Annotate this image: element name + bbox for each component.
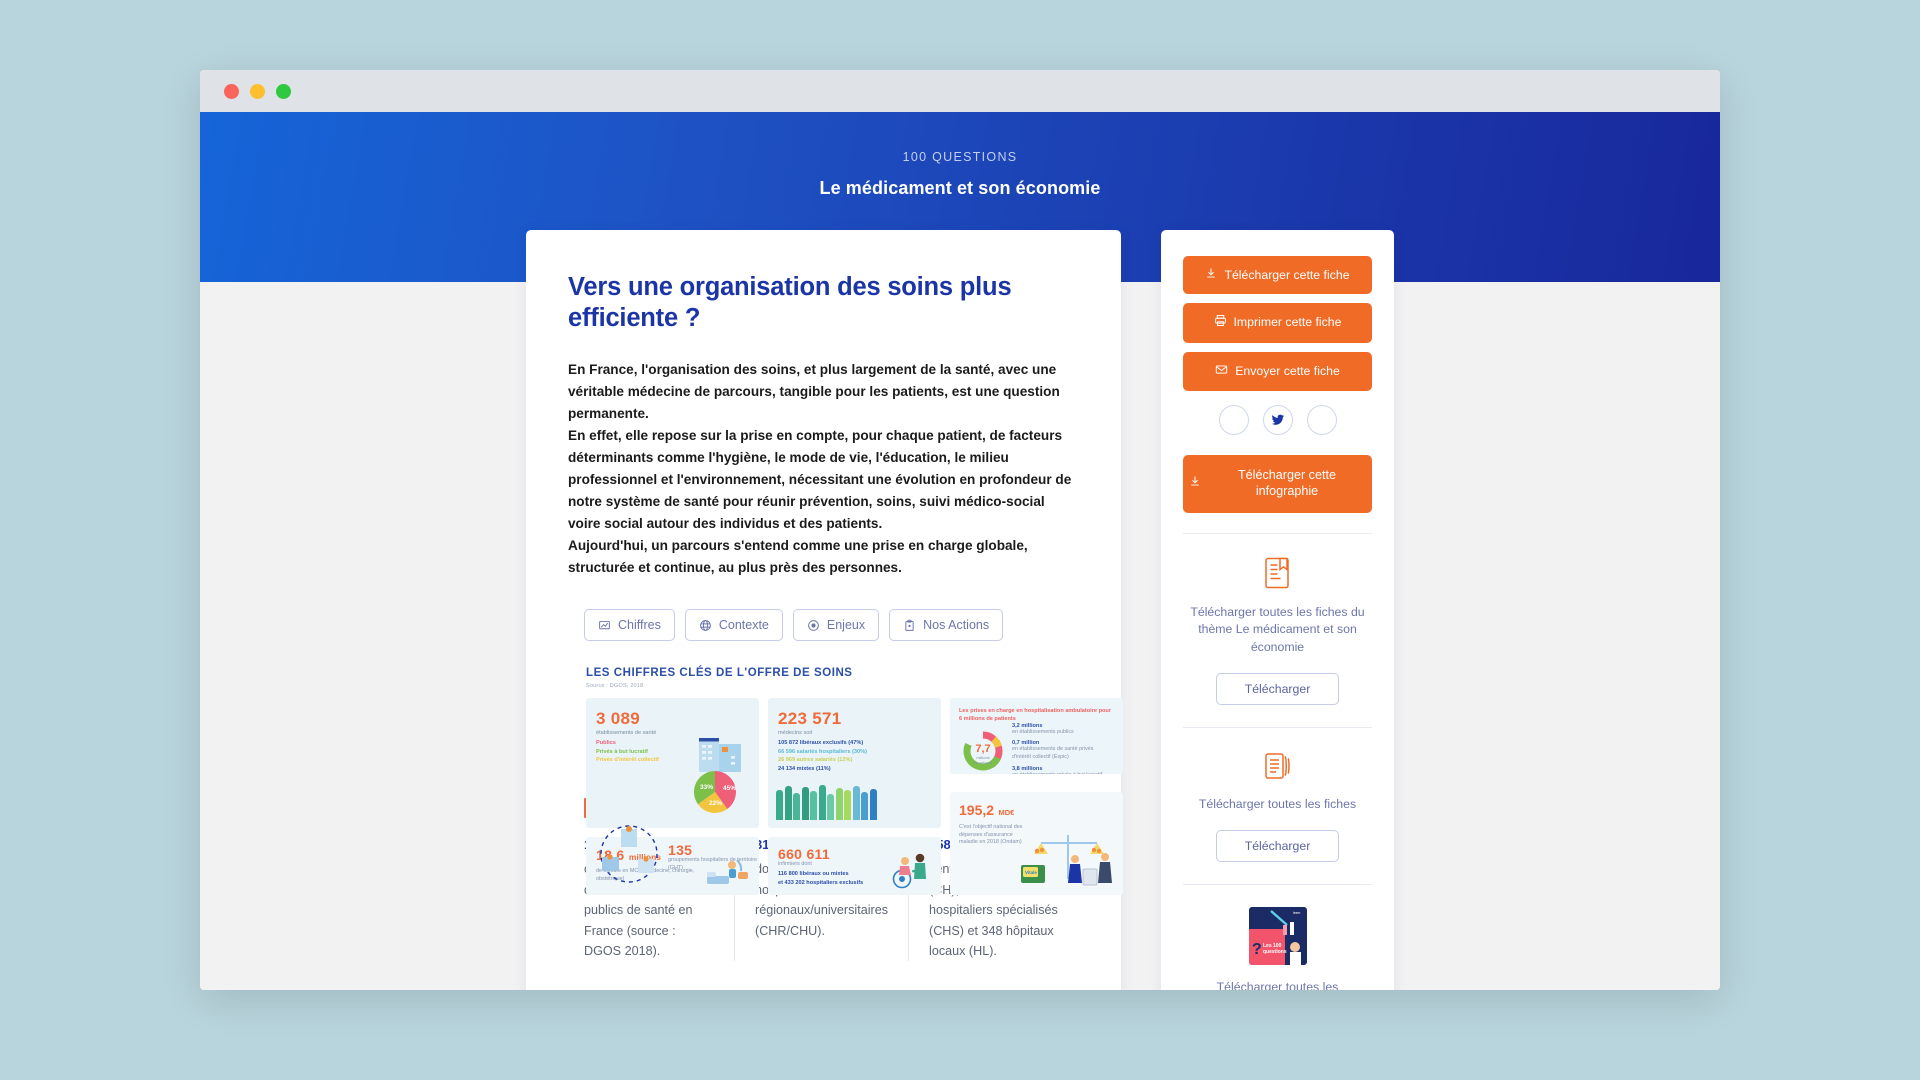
medecins-number: 223 571 <box>778 709 842 729</box>
tab-contexte[interactable]: Contexte <box>684 609 783 642</box>
card-text: Télécharger toutes les fiches du thème L… <box>1190 604 1365 655</box>
svg-text:22%: 22% <box>709 800 722 807</box>
svg-text:7,7: 7,7 <box>975 743 990 755</box>
card-text: Télécharger toutes les fiches <box>1198 797 1357 812</box>
etablissements-number: 3 089 <box>596 709 641 729</box>
intro-paragraph: En France, l'organisation des soins, et … <box>568 362 1072 576</box>
svg-text:33%: 33% <box>700 784 713 791</box>
window-titlebar <box>200 70 1720 112</box>
svg-text:de séjours: de séjours <box>974 760 992 765</box>
ondam-number: 195,2 <box>959 802 995 819</box>
send-fiche-button[interactable]: Envoyer cette fiche <box>1183 351 1372 392</box>
button-label: Imprimer cette fiche <box>1233 315 1342 330</box>
download-theme-fiches-button[interactable]: Télécharger <box>1215 673 1340 706</box>
target-icon <box>807 619 820 632</box>
clipboard-icon <box>903 619 916 632</box>
infographic-panel-medecins: 223 571 médecins soit 105 872 libéraux e… <box>768 698 941 829</box>
button-label: Télécharger cette infographie <box>1237 468 1336 498</box>
hero-kicker: 100 QUESTIONS <box>902 150 1018 164</box>
document-stack-icon <box>1264 753 1290 779</box>
infographic-thumbnail: ? Les 100 questions leem <box>1248 906 1307 965</box>
infographic-panel-infirmiers: 660 611 infirmiers dont 116 800 libéraux… <box>768 837 941 896</box>
browser-window: 100 QUESTIONS Le médicament et son écono… <box>200 70 1720 990</box>
download-all-fiches-button[interactable]: Télécharger <box>1215 829 1340 862</box>
infographic-panel-ondam: 195,2 MD€ C'est l'objectif national des … <box>950 792 1123 896</box>
ambulatoire-item-0-text: en établissements publics <box>1012 728 1074 735</box>
svg-text:leem: leem <box>1293 911 1301 915</box>
linkedin-share-icon[interactable] <box>1306 405 1337 436</box>
button-label: Envoyer cette fiche <box>1235 363 1340 378</box>
ght-number: 135 <box>668 842 693 859</box>
medecins-caption: médecins soit <box>778 730 813 737</box>
etablissements-pie-chart: 45% 33% 22% <box>693 738 741 814</box>
minimize-window-button[interactable] <box>250 83 265 99</box>
download-all-infographies-card: ? Les 100 questions leem Télécharger tou… <box>1183 883 1372 990</box>
tab-label: Enjeux <box>826 618 866 633</box>
infographic[interactable]: LES CHIFFRES CLÉS DE L'OFFRE DE SOINS So… <box>586 667 1123 896</box>
download-icon <box>1189 475 1201 492</box>
infographic-title: LES CHIFFRES CLÉS DE L'OFFRE DE SOINS <box>586 667 853 680</box>
infographic-ght-block: 135 groupements hospitaliers de territoi… <box>596 825 766 884</box>
download-theme-fiches-card: Télécharger toutes les fiches du thème L… <box>1183 532 1372 727</box>
etablissements-caption: établissements de santé <box>596 730 657 737</box>
facebook-share-icon[interactable] <box>1218 405 1249 436</box>
close-window-button[interactable] <box>224 83 239 99</box>
svg-text:?: ? <box>1252 941 1262 958</box>
tab-label: Contexte <box>718 618 769 633</box>
card-text: Télécharger toutes les infographies <box>1216 979 1339 990</box>
infographic-panel-ambulatoire: Les prises en charge en hospitalisation … <box>950 698 1123 775</box>
document-bookmark-icon <box>1264 557 1289 588</box>
twitter-share-icon[interactable] <box>1262 405 1293 436</box>
medecins-breakdown-0: 105 872 libéraux exclusifs (47%) <box>778 740 864 747</box>
social-share-row <box>1183 405 1372 436</box>
ambulatoire-donut-chart: 7,7 millions de séjours <box>963 731 1003 771</box>
ght-caption: groupements hospitaliers de territoire (… <box>668 857 757 871</box>
download-infographic-button[interactable]: Télécharger cette infographie <box>1183 455 1372 513</box>
ambulatoire-item-2-text: en établissements privés à but lucratif <box>1012 772 1112 775</box>
ambulatoire-item-1-text: en établissements de santé privés d'inté… <box>1012 746 1094 760</box>
printer-icon <box>1214 314 1227 331</box>
medecins-breakdown-2: 26 969 autres salariés (12%) <box>778 757 853 764</box>
maximize-window-button[interactable] <box>276 83 291 99</box>
globe-icon <box>699 619 712 632</box>
mail-icon <box>1215 363 1228 380</box>
sidebar-card: Télécharger cette fiche Imprimer cette f… <box>1161 230 1394 990</box>
download-fiche-button[interactable]: Télécharger cette fiche <box>1183 256 1372 295</box>
ght-network-illustration <box>600 825 658 884</box>
print-fiche-button[interactable]: Imprimer cette fiche <box>1183 303 1372 343</box>
download-icon <box>1205 267 1217 283</box>
image-chart-icon <box>598 619 611 632</box>
button-label: Télécharger cette fiche <box>1224 267 1350 282</box>
medecins-people-illustration <box>776 785 877 821</box>
svg-text:Vitale: Vitale <box>1025 870 1037 875</box>
svg-text:45%: 45% <box>723 785 736 792</box>
medecins-breakdown-1: 66 596 salariés hospitaliers (30%) <box>778 748 867 755</box>
medecins-breakdown-3: 24 134 mixtes (11%) <box>778 765 831 772</box>
tab-chiffres[interactable]: Chiffres <box>584 609 675 642</box>
balance-scale-illustration: Vitale <box>1021 835 1112 886</box>
tab-label: Chiffres <box>618 618 661 633</box>
tab-enjeux[interactable]: Enjeux <box>792 609 880 642</box>
main-content-card: Vers une organisation des soins plus eff… <box>526 230 1123 990</box>
ondam-unit: MD€ <box>998 808 1015 818</box>
infographic-panel-etablissements: 3 089 établissements de santé Publics Pr… <box>586 698 759 829</box>
infographic-source: Source : DGOS, 2018 <box>586 683 644 690</box>
hero-title: Le médicament et son économie <box>819 178 1101 198</box>
wheelchair-illustration <box>892 854 926 889</box>
download-all-fiches-card: Télécharger toutes les fiches Télécharge… <box>1183 727 1372 884</box>
content-tabs: Chiffres Contexte Enjeux Nos Actions <box>584 609 1079 642</box>
page-title: Vers une organisation des soins plus eff… <box>568 273 1012 332</box>
svg-text:questions: questions <box>1263 949 1287 955</box>
page-viewport: 100 QUESTIONS Le médicament et son écono… <box>200 112 1720 990</box>
content-row: Vers une organisation des soins plus eff… <box>200 230 1720 990</box>
screenshot-root: 100 QUESTIONS Le médicament et son écono… <box>0 0 1920 1080</box>
tab-label: Nos Actions <box>923 618 990 633</box>
tab-nos-actions[interactable]: Nos Actions <box>889 609 1004 642</box>
